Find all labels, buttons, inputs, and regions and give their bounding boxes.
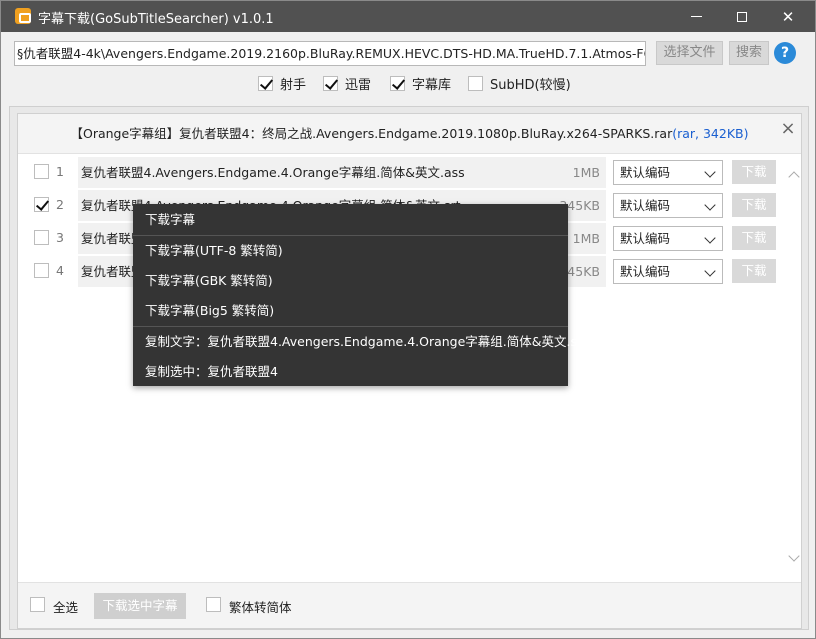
source-zimuku[interactable]: 字幕库 xyxy=(390,73,451,93)
chevron-down-icon xyxy=(704,199,716,211)
row-checkbox[interactable] xyxy=(34,230,49,245)
encoding-value: 默认编码 xyxy=(620,231,671,246)
source-zimuku-checkbox[interactable] xyxy=(390,75,405,91)
close-icon: ✕ xyxy=(781,7,795,26)
row-number: 2 xyxy=(56,197,64,212)
menu-item-download-big5[interactable]: 下载字幕(Big5 繁转简) xyxy=(133,296,568,326)
download-button[interactable]: 下载 xyxy=(732,193,776,217)
row-number: 1 xyxy=(56,164,64,179)
dialog-close-button[interactable]: × xyxy=(778,118,798,140)
chevron-down-icon xyxy=(704,232,716,244)
trad-to-simp-checkbox[interactable] xyxy=(206,597,221,612)
encoding-value: 默认编码 xyxy=(620,264,671,279)
encoding-value: 默认编码 xyxy=(620,165,671,180)
minimize-button[interactable] xyxy=(673,1,719,32)
encoding-select[interactable]: 默认编码 xyxy=(613,160,723,185)
file-row[interactable]: 1 复仇者联盟4.Avengers.Endgame.4.Orange字幕组.简体… xyxy=(18,156,784,189)
scroll-up-icon[interactable] xyxy=(788,170,800,180)
chevron-down-icon xyxy=(704,166,716,178)
window-title: 字幕下载(GoSubTitleSearcher) v1.0.1 xyxy=(38,12,274,27)
menu-item-copy-selection[interactable]: 复制选中：复仇者联盟4 xyxy=(133,357,568,387)
source-shooter-label: 射手 xyxy=(280,77,307,93)
source-subhd-checkbox[interactable] xyxy=(468,75,483,91)
trad-to-simp-label: 繁体转简体 xyxy=(229,600,292,615)
source-shooter[interactable]: 射手 xyxy=(258,73,306,93)
help-icon[interactable]: ? xyxy=(774,42,796,64)
row-file-name: 复仇者联盟4.Avengers.Endgame.4.Orange字幕组.简体&英… xyxy=(78,157,550,188)
context-menu: 下载字幕 下载字幕(UTF-8 繁转简) 下载字幕(GBK 繁转简) 下载字幕(… xyxy=(133,204,587,387)
source-subhd[interactable]: SubHD(较慢) xyxy=(468,73,571,93)
select-all-label: 全选 xyxy=(53,600,79,615)
menu-item-download[interactable]: 下载字幕 xyxy=(133,205,568,235)
menu-item-download-gbk[interactable]: 下载字幕(GBK 繁转简) xyxy=(133,266,568,296)
row-number: 4 xyxy=(56,263,64,278)
download-button[interactable]: 下载 xyxy=(732,160,776,184)
menu-item-copy-text[interactable]: 复制文字：复仇者联盟4.Avengers.Endgame.4.Orange字幕组… xyxy=(133,327,587,357)
app-icon xyxy=(15,8,31,24)
title-bar: 字幕下载(GoSubTitleSearcher) v1.0.1 ✕ xyxy=(1,1,815,32)
download-button[interactable]: 下载 xyxy=(732,259,776,283)
source-subhd-label: SubHD(较慢) xyxy=(490,77,571,93)
source-xunlei-label: 迅雷 xyxy=(345,77,372,93)
source-zimuku-label: 字幕库 xyxy=(412,77,452,93)
download-selected-button[interactable]: 下载选中字幕 xyxy=(94,593,186,619)
scroll-down-icon[interactable] xyxy=(788,554,800,564)
row-number: 3 xyxy=(56,230,64,245)
chevron-down-icon xyxy=(704,265,716,277)
choose-file-button[interactable]: 选择文件 xyxy=(656,41,723,65)
source-xunlei-checkbox[interactable] xyxy=(323,75,338,91)
dialog-archive-meta: (rar, 342KB) xyxy=(672,126,749,141)
row-checkbox[interactable] xyxy=(34,164,49,179)
source-shooter-checkbox[interactable] xyxy=(258,75,273,91)
row-checkbox[interactable] xyxy=(34,263,49,278)
maximize-button[interactable] xyxy=(719,1,765,32)
minimize-icon xyxy=(690,16,702,17)
maximize-icon xyxy=(737,11,747,22)
dialog-footer: 全选 下载选中字幕 繁体转简体 xyxy=(18,582,801,628)
search-button[interactable]: 搜索 xyxy=(729,41,769,65)
close-window-button[interactable]: ✕ xyxy=(765,1,811,32)
encoding-select[interactable]: 默认编码 xyxy=(613,226,723,251)
encoding-select[interactable]: 默认编码 xyxy=(613,193,723,218)
source-xunlei[interactable]: 迅雷 xyxy=(323,73,371,93)
select-all-checkbox[interactable] xyxy=(30,597,45,612)
dialog-header: 【Orange字幕组】复仇者联盟4：终局之战.Avengers.Endgame.… xyxy=(18,114,801,154)
dialog-title: 【Orange字幕组】复仇者联盟4：终局之战.Avengers.Endgame.… xyxy=(70,126,673,141)
download-button[interactable]: 下载 xyxy=(732,226,776,250)
row-checkbox[interactable] xyxy=(34,197,49,212)
menu-item-download-utf8[interactable]: 下载字幕(UTF-8 繁转简) xyxy=(133,236,568,266)
encoding-value: 默认编码 xyxy=(620,198,671,213)
file-path-input[interactable]: §仇者联盟4-4k\Avengers.Endgame.2019.2160p.Bl… xyxy=(14,41,646,66)
row-file-size: 1MB xyxy=(550,157,606,188)
app-window: 字幕下载(GoSubTitleSearcher) v1.0.1 ✕ §仇者联盟4… xyxy=(0,0,816,639)
encoding-select[interactable]: 默认编码 xyxy=(613,259,723,284)
